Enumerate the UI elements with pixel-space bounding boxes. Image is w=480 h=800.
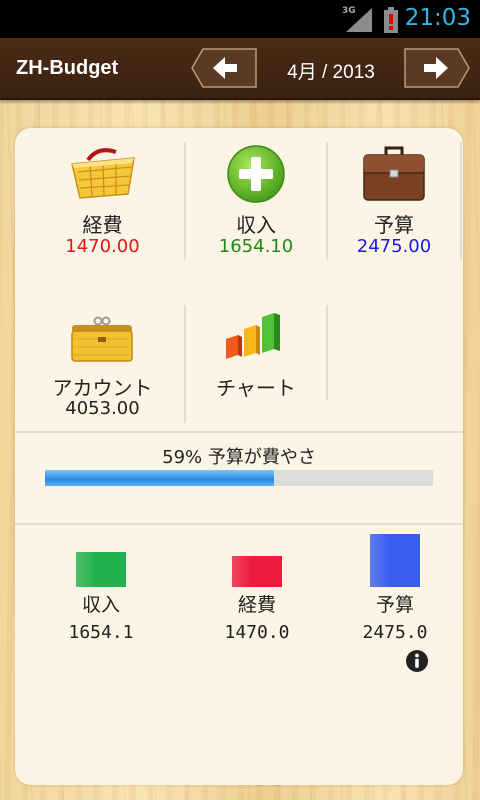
account-tile[interactable]: アカウント 4053.00 bbox=[25, 303, 180, 423]
divider bbox=[460, 142, 462, 260]
chart-label: チャート bbox=[216, 376, 296, 400]
signal-icon bbox=[346, 8, 372, 32]
income-value: 1654.10 bbox=[218, 236, 294, 257]
budget-value: 2475.00 bbox=[356, 236, 432, 257]
summary-label: 予算 bbox=[375, 594, 414, 616]
divider bbox=[326, 305, 328, 400]
expense-value: 1470.00 bbox=[65, 236, 140, 257]
app-title: ZH-Budget bbox=[16, 57, 119, 79]
summary-label: 経費 bbox=[237, 594, 276, 616]
budget-progress-fill bbox=[45, 470, 274, 486]
budget-progress-text: 59% 予算が費やさ bbox=[162, 447, 316, 468]
budget-tile[interactable]: 予算 2475.00 bbox=[328, 140, 460, 260]
summary-bar bbox=[370, 534, 420, 587]
divider bbox=[15, 431, 463, 433]
app-header: ZH-Budget 4月 / 2013 bbox=[0, 38, 480, 100]
divider bbox=[184, 142, 186, 260]
prev-month-button[interactable] bbox=[191, 48, 257, 88]
clock: 21:03 bbox=[404, 5, 471, 31]
plus-circle-icon bbox=[227, 145, 285, 203]
summary-value: 1470.0 bbox=[224, 622, 290, 643]
bar-chart-icon bbox=[226, 313, 280, 359]
briefcase-icon bbox=[363, 146, 425, 201]
account-value: 4053.00 bbox=[65, 398, 140, 419]
divider bbox=[326, 142, 328, 260]
budget-progress-bar bbox=[45, 470, 433, 486]
summary-value: 2475.0 bbox=[362, 622, 428, 643]
status-bar: 3G 21:03 bbox=[0, 0, 480, 38]
wallet-icon bbox=[71, 316, 133, 362]
income-label: 収入 bbox=[236, 213, 276, 237]
info-icon[interactable] bbox=[405, 649, 429, 673]
expense-label: 経費 bbox=[82, 213, 123, 237]
expense-tile[interactable]: 経費 1470.00 bbox=[25, 140, 180, 260]
income-tile[interactable]: 収入 1654.10 bbox=[187, 140, 325, 260]
divider bbox=[15, 523, 463, 525]
next-month-button[interactable] bbox=[404, 48, 470, 88]
summary-bar bbox=[232, 556, 282, 587]
battery-icon bbox=[384, 7, 398, 33]
divider bbox=[184, 305, 186, 423]
summary-value: 1654.1 bbox=[68, 622, 134, 643]
chart-tile[interactable]: チャート bbox=[187, 303, 325, 423]
basket-icon bbox=[71, 148, 135, 199]
account-label: アカウント bbox=[52, 376, 153, 400]
summary-bar bbox=[76, 552, 126, 587]
budget-label: 予算 bbox=[374, 213, 414, 237]
current-month: 4月 / 2013 bbox=[287, 62, 375, 83]
summary-label: 収入 bbox=[81, 594, 120, 616]
